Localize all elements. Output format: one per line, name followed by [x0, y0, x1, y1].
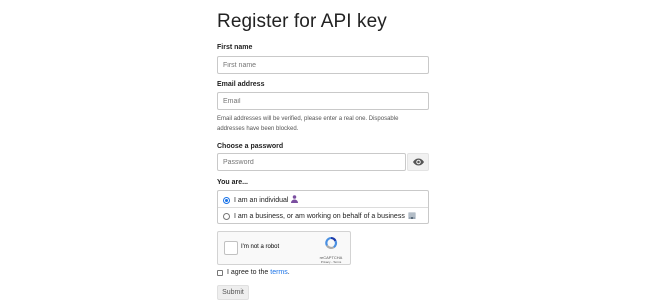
recaptcha-label: I'm not a robot	[241, 244, 280, 250]
individual-option-label: I am an individual	[234, 196, 289, 204]
agree-terms-suffix: .	[287, 269, 290, 276]
password-input[interactable]	[217, 153, 406, 171]
agree-terms-prefix: I agree to the	[227, 269, 269, 276]
submit-button[interactable]: Submit	[217, 285, 249, 300]
eye-icon	[412, 158, 424, 166]
you-are-label: You are...	[217, 179, 248, 186]
recaptcha-widget: I'm not a robot reCAPTCHA Privacy - Term…	[217, 231, 351, 265]
business-option[interactable]: I am a business, or am working on behalf…	[223, 210, 416, 222]
business-radio[interactable]	[223, 212, 230, 220]
password-label: Choose a password	[217, 143, 284, 150]
email-label: Email address	[217, 81, 265, 88]
business-option-label: I am a business, or am working on behalf…	[234, 212, 405, 220]
individual-radio[interactable]	[223, 196, 230, 204]
account-type-radio-group: I am an individual I am a business, or a…	[217, 190, 429, 224]
individual-option[interactable]: I am an individual	[223, 194, 299, 206]
agree-terms-row: I agree to the terms .	[217, 269, 290, 276]
recaptcha-logo: reCAPTCHA Privacy - Terms	[316, 236, 346, 264]
page-title: Register for API key	[217, 11, 387, 32]
recaptcha-checkbox[interactable]	[224, 241, 238, 255]
email-input[interactable]	[217, 92, 429, 110]
show-password-button[interactable]	[407, 153, 429, 171]
recaptcha-links[interactable]: Privacy - Terms	[316, 260, 346, 264]
terms-link[interactable]: terms	[270, 269, 288, 276]
first-name-input[interactable]	[217, 56, 429, 74]
radio-divider	[218, 207, 428, 208]
person-icon	[291, 195, 299, 205]
agree-terms-checkbox[interactable]	[217, 269, 223, 276]
email-help-line-1: Email addresses will be verified, please…	[217, 116, 399, 122]
email-help-line-2: addresses have been blocked.	[217, 125, 299, 132]
recaptcha-icon	[325, 236, 338, 249]
first-name-label: First name	[217, 44, 253, 51]
email-help-text: Email addresses will be verified, please…	[217, 115, 422, 134]
building-icon	[408, 211, 416, 221]
